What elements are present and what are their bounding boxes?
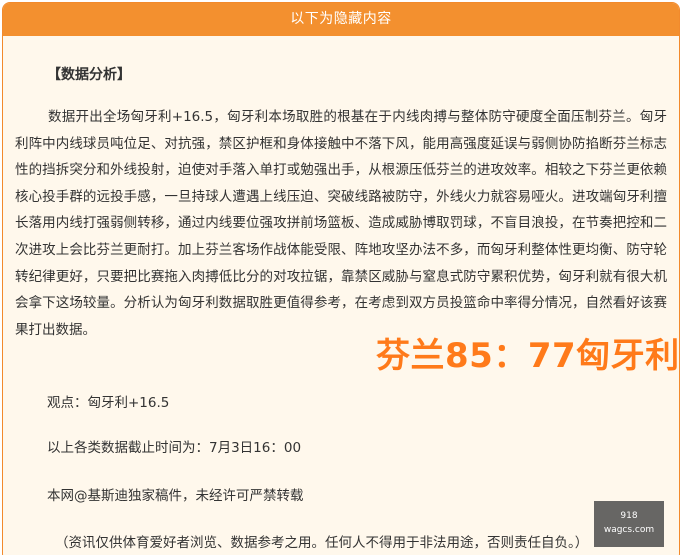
section-title: 【数据分析】 — [47, 67, 131, 83]
panel-header: 以下为隐藏内容 — [3, 3, 679, 36]
site-watermark: 918 wagcs.com — [594, 501, 664, 547]
copyright-line: 本网@基斯迪独家稿件，未经许可严禁转载 — [47, 488, 304, 504]
score-overlay: 芬兰85：77匈牙利 — [376, 336, 680, 376]
disclaimer-line: （资讯仅供体育爱好者浏览、数据参考之用。任何人不得用于非法用途，否则责任自负。） — [55, 535, 589, 551]
watermark-line-1: 918 — [620, 511, 638, 521]
opinion-line: 观点：匈牙利+16.5 — [47, 395, 170, 411]
deadline-line: 以上各类数据截止时间为：7月3日16：00 — [47, 440, 302, 456]
analysis-paragraph: 数据开出全场匈牙利+16.5，匈牙利本场取胜的根基在于内线肉搏与整体防守硬度全面… — [15, 109, 667, 338]
hidden-content-panel: 以下为隐藏内容 【数据分析】 数据开出全场匈牙利+16.5，匈牙利本场取胜的根基… — [2, 2, 680, 555]
watermark-line-2: wagcs.com — [603, 525, 655, 535]
